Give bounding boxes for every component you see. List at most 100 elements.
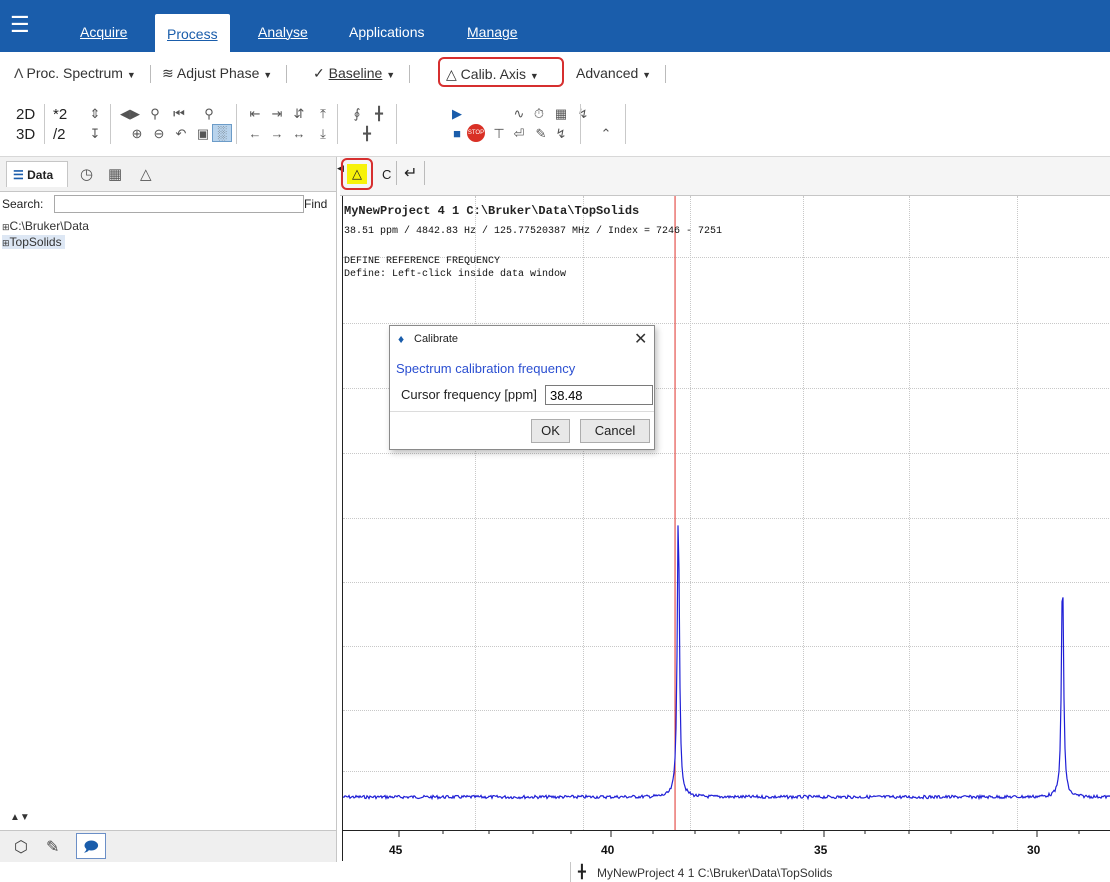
move-top-icon[interactable]: ⤒ — [314, 106, 332, 122]
hexagon-icon[interactable]: ⬡ — [14, 837, 28, 857]
data-window-tabs: ◀ △ C ↵ — [337, 157, 1110, 196]
expand-icon: ⊞ — [2, 222, 10, 232]
proc-spectrum-button[interactable]: Λ Proc. Spectrum ▼ — [14, 60, 151, 86]
info-comment-icon[interactable]: 🗩 — [76, 833, 106, 859]
define-reference-text: DEFINE REFERENCE FREQUENCY — [344, 256, 501, 267]
full-range-icon[interactable]: ⏮ — [170, 106, 188, 122]
expand-horizontal-icon[interactable]: ◀▶ — [120, 106, 140, 122]
zoom-out-icon[interactable]: ⊖ — [150, 126, 168, 142]
search-row: Search: Find — [0, 195, 336, 213]
lock-icon[interactable]: ⊤ — [490, 126, 508, 142]
divide-2-button[interactable]: /2 — [53, 126, 66, 143]
tree-item-topsolids[interactable]: ⊞TopSolids — [2, 235, 65, 249]
chevron-down-icon: ▼ — [386, 70, 396, 80]
calib-axis-button[interactable]: △ Calib. Axis ▼ — [438, 57, 564, 87]
3d-view-button[interactable]: 3D — [16, 126, 35, 143]
spectrum-window[interactable]: MyNewProject 4 1 C:\Bruker\Data\TopSolid… — [342, 196, 1110, 830]
axis-ticks — [398, 831, 1080, 837]
advanced-button[interactable]: Advanced ▼ — [576, 60, 666, 86]
collapse-toolbar-icon[interactable]: ⌃ — [597, 126, 615, 142]
thermometer-icon[interactable]: ⏎ — [510, 126, 528, 142]
return-icon[interactable]: ↵ — [404, 163, 417, 183]
probe-icon[interactable]: ↯ — [574, 106, 592, 122]
left-panel-tabs: ☰ Data ◷ ▦ △ — [0, 157, 336, 192]
menu-analyse[interactable]: Analyse — [246, 12, 320, 52]
zoom-region-icon[interactable]: ⚲ — [200, 106, 218, 122]
calibrate-dialog: ♦ Calibrate ✕ Spectrum calibration frequ… — [389, 325, 655, 450]
move-bottom-icon[interactable]: ⤓ — [314, 126, 332, 142]
move-left-icon[interactable]: ← — [246, 126, 264, 142]
app-logo-icon: ♦ — [398, 332, 405, 346]
dialog-titlebar: ♦ Calibrate ✕ — [390, 326, 654, 354]
baseline-button[interactable]: ✓ Baseline ▼ — [313, 60, 411, 86]
cursor-info: 38.51 ppm / 4842.83 Hz / 125.77520387 MH… — [344, 226, 723, 237]
move-right-icon[interactable]: → — [268, 126, 286, 142]
multiply-2-button[interactable]: *2 — [53, 106, 67, 123]
chevron-down-icon: ▼ — [126, 70, 136, 80]
peak-grid-icon[interactable]: ╋ — [358, 126, 376, 142]
fid-icon[interactable]: ∿ — [510, 106, 528, 122]
menu-manage[interactable]: Manage — [455, 12, 530, 52]
zoom-e-icon[interactable]: ⚲ — [146, 106, 164, 122]
hamburger-menu-icon[interactable]: ☰ — [10, 14, 32, 36]
main-menubar: ☰ Acquire Process Analyse Applications M… — [0, 0, 1110, 52]
find-button[interactable]: Find — [304, 197, 327, 211]
stop-icon[interactable]: STOP — [467, 124, 485, 142]
dialog-title: Calibrate — [414, 333, 459, 345]
search-input[interactable] — [54, 195, 304, 213]
tab-data[interactable]: ☰ Data — [6, 161, 68, 187]
spectrum-plot — [343, 196, 1110, 830]
pencil-icon[interactable]: ✎ — [46, 837, 59, 857]
tab-c[interactable]: C — [382, 167, 391, 182]
keypad-icon[interactable]: ▦ — [552, 106, 570, 122]
multiplet-icon: ╋ — [578, 864, 586, 879]
search-label: Search: — [2, 197, 44, 211]
tree-label: C:\Bruker\Data — [9, 219, 89, 233]
integrate-icon[interactable]: ∮ — [348, 106, 366, 122]
axis-tick-label: 35 — [814, 843, 828, 857]
menu-process[interactable]: Process — [155, 14, 230, 52]
undo-zoom-icon[interactable]: ↶ — [172, 126, 190, 142]
tab-data-label: Data — [27, 168, 54, 182]
cancel-button[interactable]: Cancel — [580, 419, 650, 443]
flask-icon[interactable]: △ — [140, 165, 152, 183]
move-up-down-icon[interactable]: ⇵ — [290, 106, 308, 122]
close-icon[interactable]: ✕ — [634, 329, 647, 349]
status-dataset-path: MyNewProject 4 1 C:\Bruker\Data\TopSolid… — [597, 866, 833, 880]
move-left-end-icon[interactable]: ⇤ — [246, 106, 264, 122]
calibrate-tab[interactable]: △ — [341, 158, 373, 190]
adjust-phase-label: Adjust Phase — [176, 65, 260, 81]
spectrum-trace — [343, 525, 1110, 801]
processing-toolbar: Λ Proc. Spectrum ▼ ≋ Adjust Phase ▼ ✓ Ba… — [0, 52, 1110, 95]
tree-item-bruker-data[interactable]: ⊞C:\Bruker\Data — [2, 219, 89, 233]
2d-view-button[interactable]: 2D — [16, 106, 35, 123]
history-icon[interactable]: ◷ — [80, 165, 93, 183]
axis-tick-label: 45 — [389, 843, 403, 857]
shim-icon[interactable]: ↯ — [552, 126, 570, 142]
fit-window-icon[interactable]: ▣ — [194, 126, 212, 142]
multiplet-icon[interactable]: ╋ — [370, 106, 388, 122]
grid-view-icon[interactable]: ▦ — [108, 165, 122, 183]
menu-acquire[interactable]: Acquire — [68, 12, 139, 52]
play-icon[interactable]: ▶ — [448, 106, 466, 122]
stop-square-icon[interactable]: ■ — [448, 126, 466, 142]
expand-icon: ⊞ — [2, 238, 10, 248]
cursor-mode-icon[interactable]: ░ — [212, 124, 232, 142]
calibrate-axis-icon: △ — [446, 66, 457, 82]
chevron-down-icon: ▼ — [642, 70, 652, 80]
scale-up-down-icon[interactable]: ⇕ — [86, 106, 104, 122]
advanced-label: Advanced — [576, 65, 639, 81]
mas-icon[interactable]: ✎ — [532, 126, 550, 142]
chevron-down-icon: ▼ — [529, 71, 539, 81]
move-right-end-icon[interactable]: ⇥ — [268, 106, 286, 122]
cursor-frequency-input[interactable] — [545, 385, 653, 405]
zoom-in-icon[interactable]: ⊕ — [128, 126, 146, 142]
timer-icon[interactable]: ⏱ — [530, 106, 548, 122]
move-both-icon[interactable]: ↔ — [290, 126, 308, 142]
scale-fit-icon[interactable]: ↧ — [86, 126, 104, 142]
splitter-arrows-icon[interactable]: ▲▼ — [10, 812, 30, 823]
left-bottom-toolbar: ⬡ ✎ 🗩 — [0, 830, 336, 863]
menu-applications[interactable]: Applications — [337, 12, 437, 52]
ok-button[interactable]: OK — [531, 419, 570, 443]
adjust-phase-button[interactable]: ≋ Adjust Phase ▼ — [162, 60, 288, 86]
